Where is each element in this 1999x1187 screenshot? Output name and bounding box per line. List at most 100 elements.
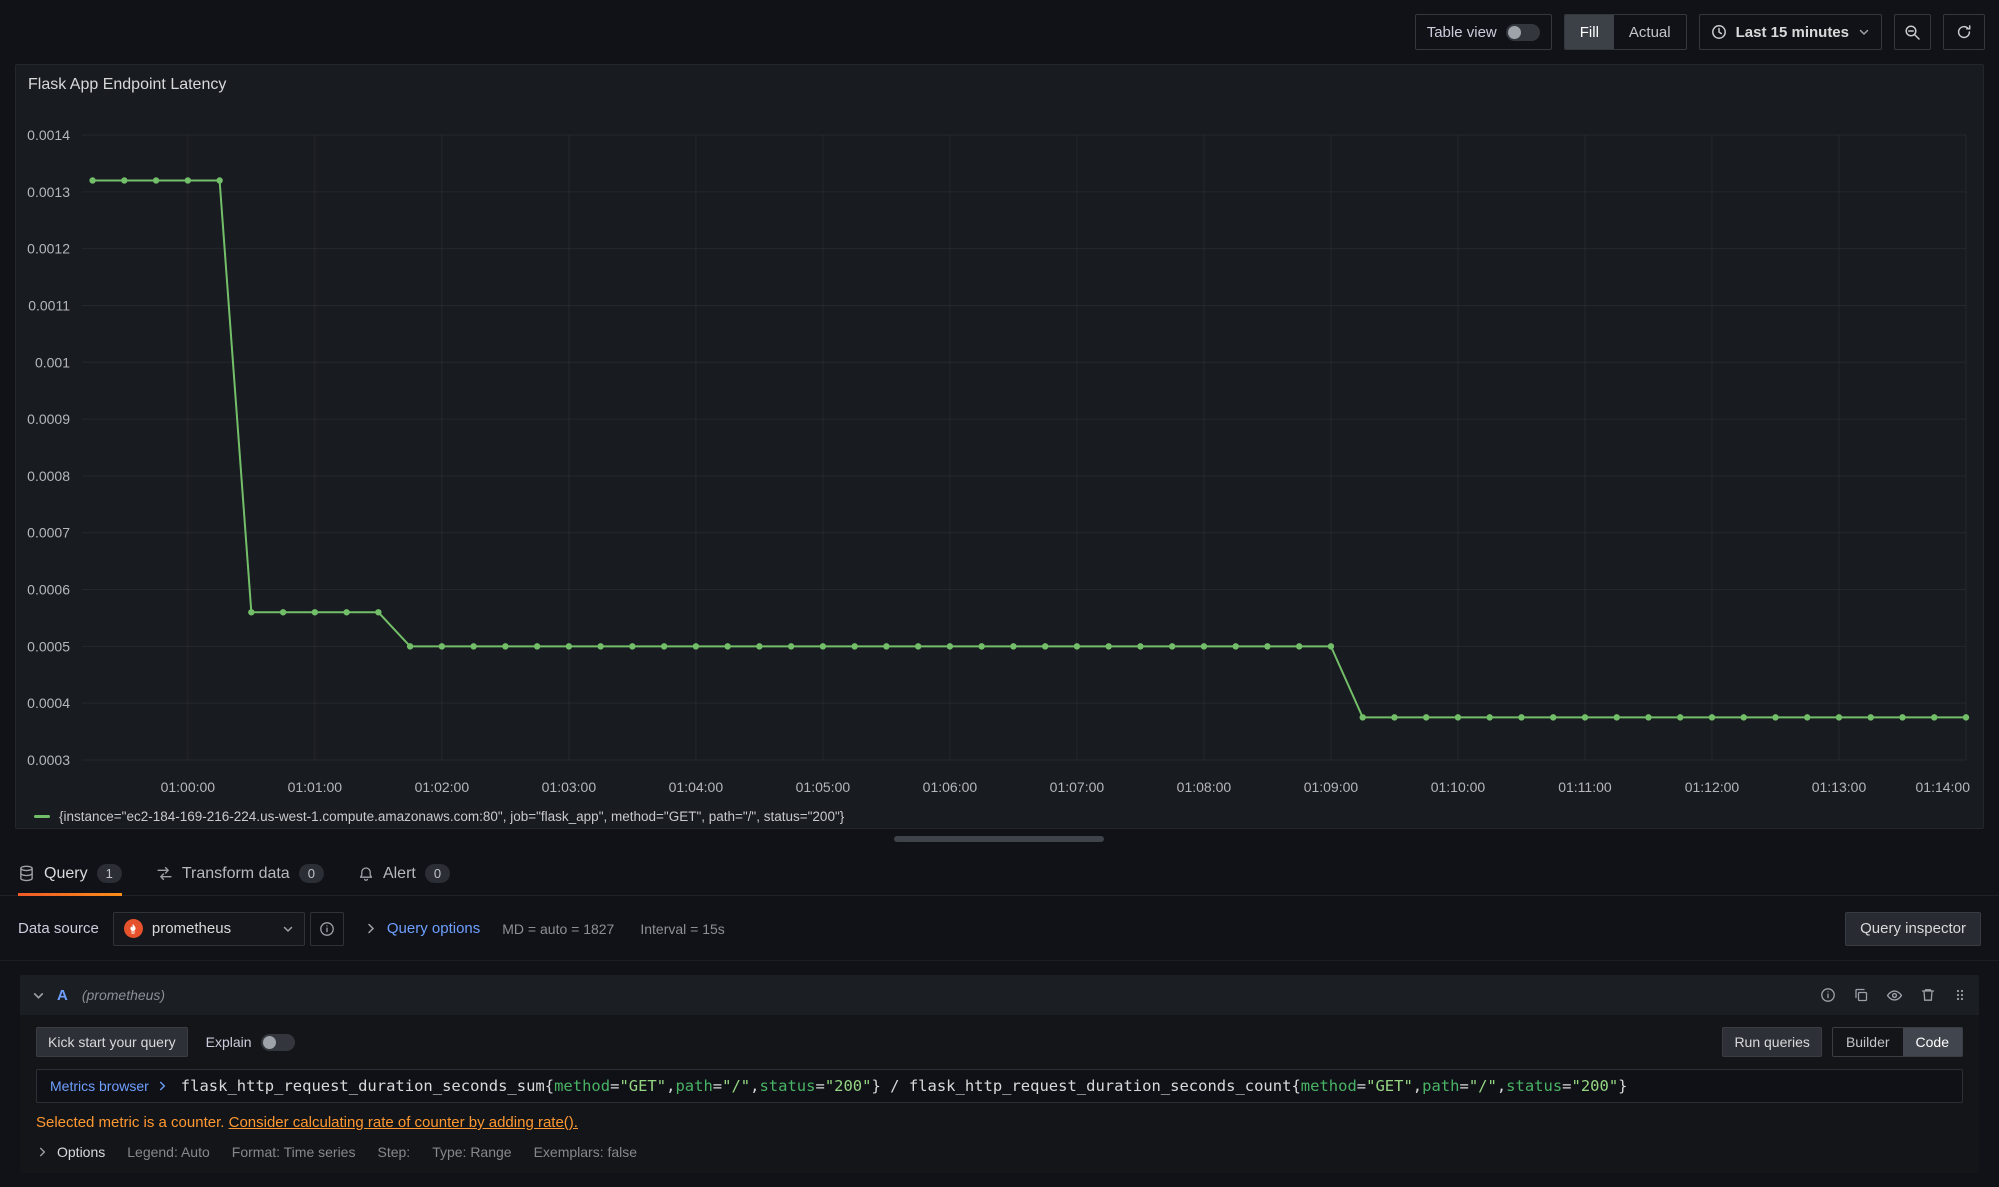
zoom-out-button[interactable] bbox=[1894, 14, 1931, 50]
legend-item[interactable]: {instance="ec2-184-169-216-224.us-west-1… bbox=[34, 809, 844, 824]
query-toolbar: Kick start your query Explain Run querie… bbox=[20, 1015, 1979, 1057]
svg-text:0.0013: 0.0013 bbox=[27, 184, 70, 200]
svg-text:01:04:00: 01:04:00 bbox=[669, 779, 724, 795]
actual-option[interactable]: Actual bbox=[1614, 15, 1686, 49]
fill-option[interactable]: Fill bbox=[1565, 15, 1614, 49]
promql-expression[interactable]: flask_http_request_duration_seconds_sum{… bbox=[181, 1077, 1962, 1095]
promql-editor[interactable]: Metrics browser flask_http_request_durat… bbox=[36, 1069, 1963, 1103]
latency-chart-plot[interactable]: 0.00030.00040.00050.00060.00070.00080.00… bbox=[16, 109, 1985, 809]
duplicate-query-icon[interactable] bbox=[1853, 987, 1869, 1003]
kick-start-query-button[interactable]: Kick start your query bbox=[36, 1027, 188, 1057]
chevron-down-icon[interactable] bbox=[32, 989, 45, 1002]
angle-right-icon bbox=[364, 922, 377, 935]
svg-text:01:02:00: 01:02:00 bbox=[415, 779, 470, 795]
drag-handle-icon[interactable] bbox=[1953, 988, 1967, 1002]
svg-text:01:00:00: 01:00:00 bbox=[161, 779, 216, 795]
svg-text:0.001: 0.001 bbox=[35, 354, 70, 370]
explain-label: Explain bbox=[206, 1034, 252, 1050]
latency-panel: Flask App Endpoint Latency 0.00030.00040… bbox=[15, 64, 1984, 829]
options-toggle[interactable]: Options bbox=[36, 1144, 105, 1160]
tab-transform-data[interactable]: Transform data 0 bbox=[156, 852, 324, 895]
chevron-down-icon bbox=[282, 923, 294, 935]
svg-text:0.0005: 0.0005 bbox=[27, 638, 70, 654]
tab-query[interactable]: Query 1 bbox=[18, 852, 122, 895]
option-type: Type: Range bbox=[432, 1144, 511, 1160]
datasource-row: Data source prometheus Query options MD … bbox=[0, 897, 1999, 961]
option-step: Step: bbox=[377, 1144, 410, 1160]
query-inspector-button[interactable]: Query inspector bbox=[1845, 912, 1981, 946]
svg-text:0.0014: 0.0014 bbox=[27, 127, 70, 143]
max-data-points-summary: MD = auto = 1827 bbox=[502, 921, 614, 937]
svg-text:01:14:00: 01:14:00 bbox=[1916, 779, 1971, 795]
svg-text:01:08:00: 01:08:00 bbox=[1177, 779, 1232, 795]
query-row-header[interactable]: A (prometheus) bbox=[20, 975, 1979, 1015]
info-circle-icon[interactable] bbox=[1820, 987, 1836, 1003]
tab-transform-count: 0 bbox=[299, 864, 324, 883]
zoom-out-icon bbox=[1904, 24, 1921, 41]
svg-text:01:07:00: 01:07:00 bbox=[1050, 779, 1105, 795]
explain-switch[interactable] bbox=[261, 1034, 295, 1051]
editor-tabs: Query 1 Transform data 0 Alert 0 bbox=[0, 852, 1999, 896]
counter-warning: Selected metric is a counter. Consider c… bbox=[36, 1114, 1963, 1131]
editor-toolbar: Table view Fill Actual Last 15 minutes bbox=[0, 0, 1999, 64]
datasource-name: prometheus bbox=[152, 920, 273, 937]
svg-text:01:06:00: 01:06:00 bbox=[923, 779, 978, 795]
datasource-help-button[interactable] bbox=[310, 912, 344, 946]
time-range-picker[interactable]: Last 15 minutes bbox=[1699, 14, 1882, 50]
table-view-switch[interactable] bbox=[1506, 24, 1540, 41]
svg-text:01:10:00: 01:10:00 bbox=[1431, 779, 1486, 795]
metrics-browser-label: Metrics browser bbox=[50, 1078, 149, 1094]
refresh-icon bbox=[1956, 24, 1972, 40]
prometheus-logo-icon bbox=[124, 919, 143, 938]
metrics-browser-toggle[interactable]: Metrics browser bbox=[37, 1078, 181, 1094]
code-mode-button[interactable]: Code bbox=[1903, 1028, 1962, 1056]
svg-text:01:12:00: 01:12:00 bbox=[1685, 779, 1740, 795]
toggle-visibility-icon[interactable] bbox=[1886, 987, 1903, 1004]
explain-group: Explain bbox=[206, 1034, 295, 1051]
delete-query-icon[interactable] bbox=[1920, 987, 1936, 1003]
query-editor-card: A (prometheus) Kic bbox=[20, 975, 1979, 1173]
builder-code-group: Builder Code bbox=[1832, 1027, 1963, 1057]
query-ref-id[interactable]: A bbox=[57, 987, 68, 1004]
run-queries-button[interactable]: Run queries bbox=[1722, 1027, 1822, 1057]
interval-summary: Interval = 15s bbox=[640, 921, 724, 937]
grafana-panel-editor: Table view Fill Actual Last 15 minutes bbox=[0, 0, 1999, 1187]
database-icon bbox=[18, 865, 35, 882]
option-exemplars: Exemplars: false bbox=[534, 1144, 637, 1160]
query-options-label: Query options bbox=[387, 920, 480, 937]
builder-mode-button[interactable]: Builder bbox=[1833, 1028, 1903, 1056]
tab-transform-label: Transform data bbox=[182, 865, 290, 883]
tab-query-label: Query bbox=[44, 865, 88, 883]
datasource-picker[interactable]: prometheus bbox=[113, 912, 305, 946]
refresh-button[interactable] bbox=[1943, 14, 1985, 50]
bell-icon bbox=[358, 866, 374, 882]
option-format: Format: Time series bbox=[232, 1144, 356, 1160]
transform-icon bbox=[156, 865, 173, 882]
svg-text:0.0011: 0.0011 bbox=[28, 297, 70, 313]
table-view-label: Table view bbox=[1427, 24, 1497, 41]
warning-rate-link[interactable]: Consider calculating rate of counter by … bbox=[229, 1114, 578, 1131]
svg-text:01:01:00: 01:01:00 bbox=[288, 779, 343, 795]
tab-alert-count: 0 bbox=[425, 864, 450, 883]
tab-alert-label: Alert bbox=[383, 865, 416, 883]
svg-text:0.0004: 0.0004 bbox=[27, 695, 70, 711]
svg-text:0.0006: 0.0006 bbox=[27, 582, 70, 598]
tab-query-count: 1 bbox=[97, 864, 122, 883]
query-options-toggle[interactable]: Query options bbox=[364, 920, 480, 937]
option-legend: Legend: Auto bbox=[127, 1144, 210, 1160]
options-label: Options bbox=[57, 1144, 105, 1160]
legend-series-swatch bbox=[34, 815, 50, 818]
svg-text:0.0008: 0.0008 bbox=[27, 468, 70, 484]
svg-text:0.0009: 0.0009 bbox=[27, 411, 70, 427]
legend-series-label: {instance="ec2-184-169-216-224.us-west-1… bbox=[59, 809, 844, 824]
clock-icon bbox=[1711, 24, 1727, 40]
fill-actual-group: Fill Actual bbox=[1564, 14, 1687, 50]
datasource-label: Data source bbox=[18, 920, 99, 937]
angle-right-icon bbox=[156, 1080, 168, 1092]
info-circle-icon bbox=[319, 921, 335, 937]
svg-text:0.0007: 0.0007 bbox=[27, 525, 70, 541]
pane-splitter-handle[interactable] bbox=[894, 836, 1104, 842]
svg-text:0.0012: 0.0012 bbox=[27, 241, 70, 257]
time-range-label: Last 15 minutes bbox=[1736, 24, 1849, 41]
tab-alert[interactable]: Alert 0 bbox=[358, 852, 450, 895]
